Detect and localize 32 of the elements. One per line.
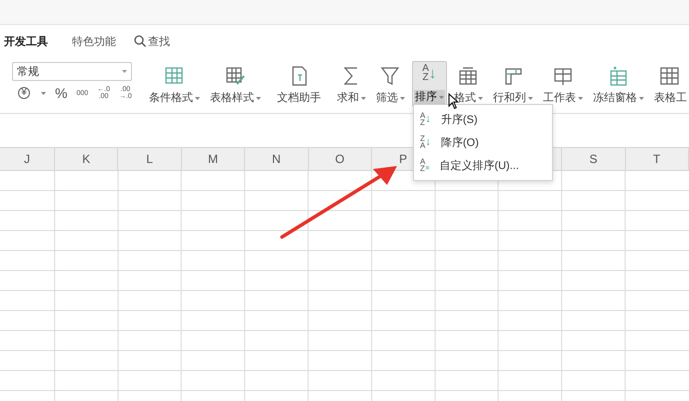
column-header: N	[272, 152, 281, 166]
currency-button[interactable]: ¥	[18, 87, 30, 99]
search-icon	[134, 35, 146, 47]
table-pen-icon	[224, 65, 246, 87]
column-header: L	[146, 152, 153, 166]
caret-icon	[122, 70, 127, 73]
filter-button[interactable]: 筛选	[372, 61, 408, 111]
table-icon	[659, 65, 682, 87]
ribbon-tab[interactable]: 特色功能	[72, 34, 116, 48]
column-header: O	[335, 152, 344, 166]
search-label: 查找	[148, 34, 170, 48]
column-header: J	[24, 152, 30, 166]
table-icon	[457, 65, 480, 87]
freeze-button[interactable]: 冻结窗格	[590, 61, 647, 111]
percent-button[interactable]: %	[55, 86, 68, 100]
column-header: K	[82, 152, 90, 166]
column-header: P	[399, 152, 408, 166]
filter-icon	[379, 65, 402, 87]
column-header: S	[589, 152, 598, 166]
rowcol-button[interactable]: 行和列	[490, 61, 536, 111]
document-button[interactable]: 文档助手	[274, 61, 324, 111]
sheet-button[interactable]: 工作表	[540, 61, 586, 111]
column-header: M	[208, 152, 218, 166]
ribbon-tab[interactable]: 开发工具	[4, 34, 48, 48]
sum-button[interactable]: 求和	[334, 61, 369, 111]
conditional-button[interactable]: 条件格式	[146, 61, 203, 111]
caret-icon	[41, 92, 46, 94]
search-button[interactable]: 查找	[134, 34, 170, 48]
style-button[interactable]: 表格样式	[206, 61, 264, 111]
number-format-dropdown[interactable]: 常规	[12, 62, 132, 81]
column-header: T	[653, 152, 660, 166]
tools-button[interactable]: 表格工	[650, 61, 689, 111]
